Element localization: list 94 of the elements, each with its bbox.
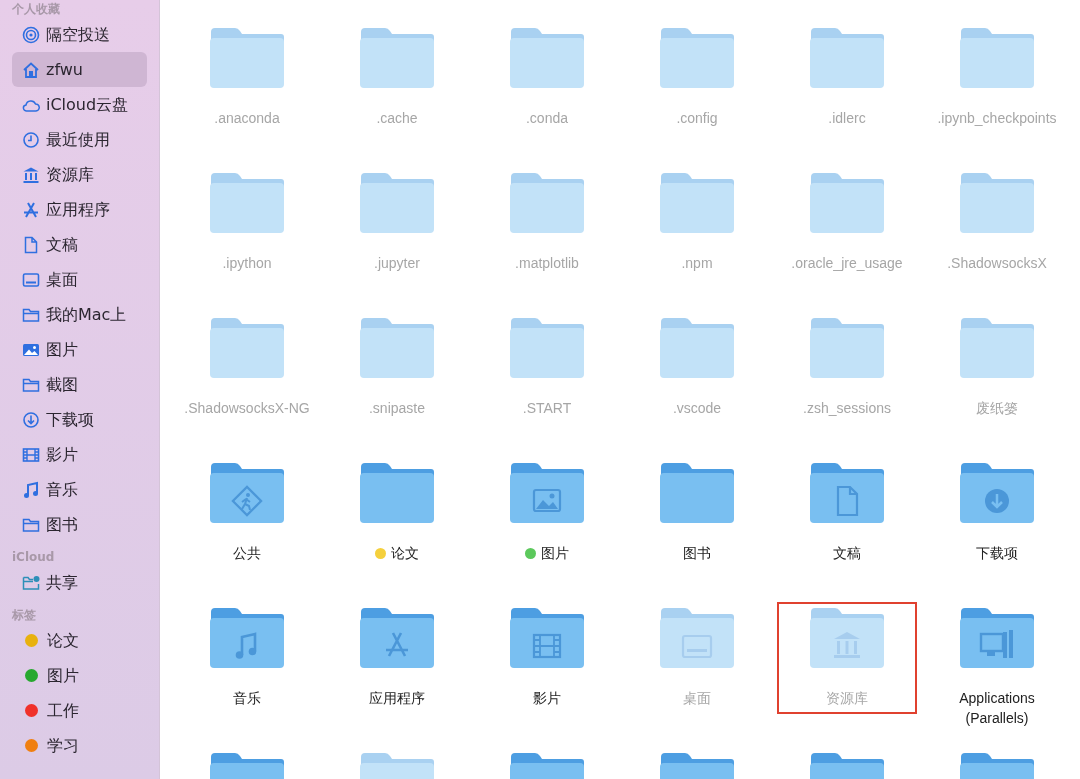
file-name: .snipaste bbox=[367, 399, 426, 418]
folder-icon[interactable] bbox=[659, 171, 735, 235]
sidebar-item[interactable]: 图书 bbox=[12, 507, 147, 542]
airdrop-icon bbox=[22, 25, 40, 44]
sidebar-heading: 个人收藏 bbox=[12, 2, 61, 17]
music-folder-icon[interactable] bbox=[209, 606, 285, 670]
sidebar-item[interactable]: 应用程序 bbox=[12, 192, 147, 227]
file-name: .anaconda bbox=[213, 109, 281, 128]
sidebar-item[interactable]: 文稿 bbox=[12, 227, 147, 262]
file-name: .matplotlib bbox=[514, 254, 580, 273]
folder-icon[interactable] bbox=[509, 26, 585, 90]
folder-icon[interactable] bbox=[959, 316, 1035, 380]
sidebar-item[interactable]: 工作 bbox=[12, 693, 147, 728]
clock-icon bbox=[22, 130, 40, 149]
folder-icon[interactable] bbox=[509, 171, 585, 235]
file-name: .cache bbox=[375, 109, 419, 128]
folder-icon[interactable] bbox=[209, 316, 285, 380]
folder-icon[interactable] bbox=[209, 171, 285, 235]
folder-icon[interactable] bbox=[659, 26, 735, 90]
desktop-icon bbox=[22, 270, 40, 289]
file-name: .config bbox=[675, 109, 719, 128]
folder-icon[interactable] bbox=[809, 316, 885, 380]
file-name: 桌面 bbox=[682, 689, 712, 708]
file-name: Applications (Parallels) bbox=[958, 689, 1036, 728]
file-name: 图片 bbox=[541, 544, 569, 563]
sidebar-item[interactable]: 截图 bbox=[12, 367, 147, 402]
sidebar-item[interactable]: 图片 bbox=[12, 332, 147, 367]
file-name: .vscode bbox=[671, 399, 723, 418]
file-name: .oracle_jre_usage bbox=[790, 254, 904, 273]
document-icon bbox=[22, 235, 40, 254]
file-name: 图书 bbox=[682, 544, 712, 563]
sidebar-item[interactable]: zfwu bbox=[12, 52, 147, 87]
sidebar-heading: 标签 bbox=[12, 608, 37, 623]
file-name: 废纸篓 bbox=[975, 399, 1019, 418]
folder-icon[interactable] bbox=[809, 26, 885, 90]
sidebar-item[interactable]: iCloud云盘 bbox=[12, 87, 147, 122]
file-name: 文稿 bbox=[832, 544, 862, 563]
file-name: .conda bbox=[524, 109, 569, 128]
folder-icon[interactable] bbox=[659, 461, 735, 525]
sidebar-item[interactable]: 共享 bbox=[12, 565, 147, 600]
document-folder-icon[interactable] bbox=[809, 461, 885, 525]
app-store-icon bbox=[22, 200, 40, 219]
sidebar-item[interactable]: 资源库 bbox=[12, 157, 147, 192]
folder-icon[interactable] bbox=[359, 316, 435, 380]
sidebar-item[interactable]: 音乐 bbox=[12, 472, 147, 507]
file-name: .START bbox=[521, 399, 573, 418]
file-name: .zsh_sessions bbox=[802, 399, 892, 418]
music-note-icon bbox=[22, 480, 40, 499]
sidebar-item[interactable]: 论文 bbox=[12, 623, 147, 658]
folder-icon[interactable] bbox=[359, 171, 435, 235]
film-icon bbox=[22, 445, 40, 464]
shared-folder-icon bbox=[22, 573, 40, 592]
sidebar-heading: iCloud bbox=[12, 550, 56, 565]
folder-icon[interactable] bbox=[359, 461, 435, 525]
app-store-folder-icon[interactable] bbox=[359, 606, 435, 670]
picture-folder-icon[interactable] bbox=[509, 461, 585, 525]
file-name: .idlerc bbox=[827, 109, 867, 128]
file-name: .ShadowsocksX-NG bbox=[183, 399, 311, 418]
folder-icon[interactable] bbox=[359, 26, 435, 90]
sidebar-item[interactable]: 我的Mac上 bbox=[12, 297, 147, 332]
sidebar-item[interactable]: 学习 bbox=[12, 728, 147, 763]
file-name: 论文 bbox=[391, 544, 419, 563]
sidebar-item[interactable]: 下载项 bbox=[12, 402, 147, 437]
file-name: .ShadowsocksX bbox=[946, 254, 1048, 273]
file-name: 音乐 bbox=[232, 689, 262, 708]
file-name: .ipython bbox=[221, 254, 273, 273]
file-name: 影片 bbox=[532, 689, 562, 708]
download-folder-icon[interactable] bbox=[959, 461, 1035, 525]
download-icon bbox=[22, 410, 40, 429]
sidebar-item[interactable]: 图片 bbox=[12, 658, 147, 693]
film-folder-icon[interactable] bbox=[509, 606, 585, 670]
house-icon bbox=[22, 60, 40, 79]
desktop-folder-icon[interactable] bbox=[659, 606, 735, 670]
file-name: 资源库 bbox=[825, 689, 869, 708]
sidebar-item[interactable]: 桌面 bbox=[12, 262, 147, 297]
folder-icon[interactable] bbox=[959, 26, 1035, 90]
folder-icon[interactable] bbox=[809, 171, 885, 235]
monitor-folder-icon[interactable] bbox=[959, 606, 1035, 670]
file-name: .ipynb_checkpoints bbox=[936, 109, 1058, 128]
building-folder-icon[interactable] bbox=[809, 606, 885, 670]
building-icon bbox=[22, 165, 40, 184]
folder-icon[interactable] bbox=[959, 171, 1035, 235]
sidebar-item[interactable]: 影片 bbox=[12, 437, 147, 472]
file-name: 应用程序 bbox=[368, 689, 426, 708]
sidebar-item[interactable]: 最近使用 bbox=[12, 122, 147, 157]
file-name: .jupyter bbox=[373, 254, 421, 273]
folder-icon[interactable] bbox=[659, 316, 735, 380]
file-name: 下载项 bbox=[975, 544, 1019, 563]
file-name: .npm bbox=[680, 254, 714, 273]
folder-icon[interactable] bbox=[209, 26, 285, 90]
folder-icon[interactable] bbox=[509, 316, 585, 380]
file-name: 公共 bbox=[232, 544, 262, 563]
walking-person-folder-icon[interactable] bbox=[209, 461, 285, 525]
sidebar-item[interactable]: 隔空投送 bbox=[12, 17, 147, 52]
